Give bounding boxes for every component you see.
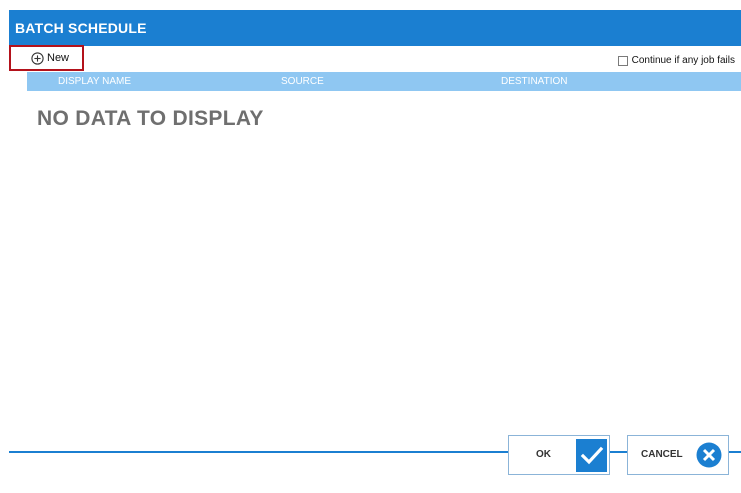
column-header-display-name[interactable]: DISPLAY NAME [58,72,131,91]
continue-if-fails-option[interactable]: Continue if any job fails [617,55,735,66]
column-header-source[interactable]: SOURCE [281,72,324,91]
ok-button[interactable]: OK [508,435,610,475]
ok-button-label: OK [536,449,551,460]
check-icon [576,439,607,472]
new-button[interactable]: New [9,45,84,71]
batch-schedule-dialog: BATCH SCHEDULE New Continue if any job f… [0,0,741,493]
close-circle-icon [694,440,724,470]
grid-header: DISPLAY NAME SOURCE DESTINATION [27,72,741,91]
dialog-title-bar: BATCH SCHEDULE [9,10,741,46]
cancel-button[interactable]: CANCEL [627,435,729,475]
cancel-button-label: CANCEL [641,449,683,460]
plus-circle-icon [31,51,44,65]
column-header-destination[interactable]: DESTINATION [501,72,567,91]
continue-if-fails-checkbox[interactable] [617,55,628,66]
continue-if-fails-label: Continue if any job fails [631,55,735,66]
dialog-title: BATCH SCHEDULE [15,20,147,36]
empty-grid-message: NO DATA TO DISPLAY [37,107,264,130]
new-button-label: New [47,52,70,64]
